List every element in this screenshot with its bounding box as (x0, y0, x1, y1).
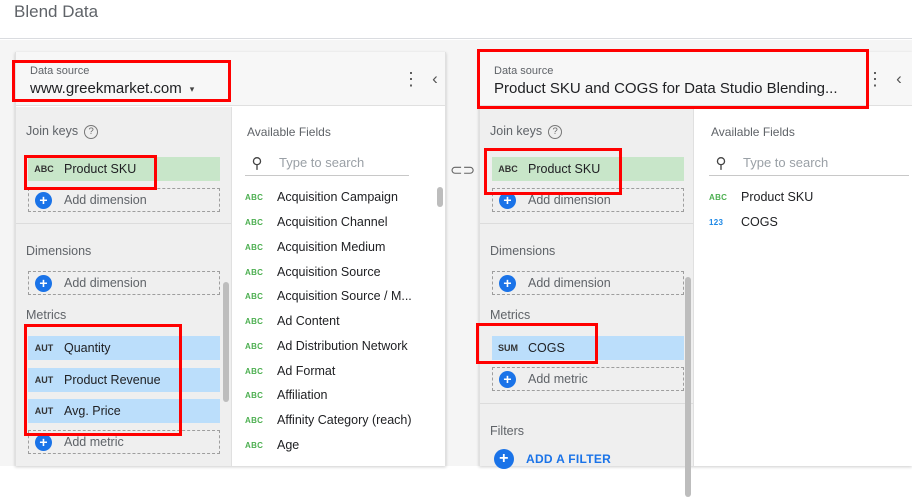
join-keys-label: Join keys? (490, 124, 563, 139)
metrics-label: Metrics (26, 308, 67, 322)
field-list: ABC Product SKU 123 COGS (709, 187, 909, 247)
highlight-right-metric (476, 323, 598, 364)
more-vert-icon[interactable]: ⋮ (402, 68, 420, 92)
text-type-icon: ABC (245, 192, 264, 202)
field-label: Product SKU (741, 190, 814, 204)
search-placeholder: Type to search (279, 155, 365, 170)
number-type-icon: 123 (709, 217, 724, 227)
field-label: Age (277, 438, 300, 452)
field-item[interactable]: 123 COGS (709, 212, 778, 232)
add-dimension-button[interactable]: + Add dimension (28, 271, 220, 295)
add-metric-label: Add metric (528, 372, 588, 386)
highlight-right-join-key (484, 148, 622, 195)
add-dimension-label: Add dimension (528, 276, 611, 290)
field-label: Ad Distribution Network (277, 339, 408, 353)
highlight-right-data-source (477, 49, 869, 109)
add-dimension-label: Add dimension (528, 193, 611, 207)
field-item[interactable]: ABC Acquisition Medium (245, 237, 385, 257)
field-label: Acquisition Channel (277, 215, 388, 229)
add-icon: + (35, 274, 52, 292)
search-icon: ⚲ (251, 154, 263, 172)
field-item[interactable]: ABC Acquisition Source / M... (245, 286, 412, 306)
page-title: Blend Data (14, 2, 99, 21)
field-label: Ad Format (277, 364, 336, 378)
join-keys-text: Join keys (26, 124, 79, 138)
field-item[interactable]: ABC Acquisition Campaign (245, 187, 398, 207)
field-item[interactable]: ABC Ad Content (245, 311, 340, 331)
right-data-source-panel: Data source Product SKU and COGS for Dat… (479, 52, 912, 497)
field-label: Affiliation (277, 388, 328, 402)
text-type-icon: ABC (245, 291, 264, 301)
text-type-icon: ABC (245, 341, 264, 351)
config-scrollbar[interactable] (223, 282, 229, 402)
search-icon: ⚲ (715, 154, 727, 172)
config-scrollbar[interactable] (685, 277, 691, 497)
left-available-fields-column: Available Fields ⚲ Type to search ABC Acq… (233, 107, 445, 466)
add-icon: + (35, 191, 52, 209)
field-list: ABC Acquisition Campaign ABC Acquisition C… (245, 187, 423, 467)
field-label: Acquisition Medium (277, 240, 386, 254)
help-icon[interactable]: ? (84, 124, 99, 139)
text-type-icon: ABC (245, 440, 264, 450)
add-join-dimension-button[interactable]: + Add dimension (28, 188, 220, 212)
add-icon: + (494, 449, 514, 469)
title-bar: Blend Data (0, 0, 912, 39)
text-type-icon: ABC (709, 192, 728, 202)
fields-scrollbar[interactable] (437, 187, 443, 207)
highlight-left-join-key (24, 155, 157, 190)
field-label: Ad Content (277, 314, 340, 328)
add-filter-button[interactable]: + ADD A FILTER (494, 449, 611, 469)
field-label: COGS (741, 215, 778, 229)
right-available-fields-column: Available Fields ⚲ Type to search ABC Pro… (695, 107, 912, 466)
join-keys-text: Join keys (490, 124, 543, 138)
add-icon: + (35, 433, 52, 451)
metrics-label: Metrics (490, 308, 531, 322)
help-icon[interactable]: ? (548, 124, 563, 139)
text-type-icon: ABC (245, 242, 264, 252)
add-icon: + (499, 274, 516, 292)
add-icon: + (499, 370, 516, 388)
collapse-chevron-icon[interactable]: ‹ (892, 68, 906, 92)
add-dimension-button[interactable]: + Add dimension (492, 271, 684, 295)
field-item[interactable]: ABC Acquisition Channel (245, 212, 388, 232)
divider (480, 403, 693, 404)
field-search[interactable]: ⚲ Type to search (245, 150, 409, 176)
text-type-icon: ABC (245, 366, 264, 376)
join-keys-label: Join keys? (26, 124, 99, 139)
filters-label: Filters (490, 424, 525, 438)
dimensions-label: Dimensions (490, 244, 556, 258)
divider (16, 223, 231, 224)
add-dimension-label: Add dimension (64, 193, 147, 207)
collapse-chevron-icon[interactable]: ‹ (428, 68, 442, 92)
divider (480, 223, 693, 224)
text-type-icon: ABC (245, 390, 264, 400)
field-item[interactable]: ABC Product SKU (709, 187, 813, 207)
field-item[interactable]: ABC Affinity Category (reach) (245, 410, 412, 430)
field-label: Acquisition Campaign (277, 190, 398, 204)
field-label: Acquisition Source (277, 265, 381, 279)
available-fields-title: Available Fields (247, 125, 331, 139)
highlight-left-metrics (24, 324, 182, 436)
field-label: Affinity Category (reach) (277, 413, 412, 427)
field-item[interactable]: ABC Ad Distribution Network (245, 336, 408, 356)
add-dimension-label: Add dimension (64, 276, 147, 290)
add-metric-label: Add metric (64, 435, 124, 449)
text-type-icon: ABC (245, 217, 264, 227)
dimensions-label: Dimensions (26, 244, 92, 258)
field-item[interactable]: ABC Acquisition Source (245, 262, 381, 282)
available-fields-title: Available Fields (711, 125, 795, 139)
field-item[interactable]: ABC Affiliation (245, 385, 328, 405)
add-filter-label: ADD A FILTER (526, 452, 612, 466)
search-placeholder: Type to search (743, 155, 829, 170)
add-metric-button[interactable]: + Add metric (492, 367, 684, 391)
text-type-icon: ABC (245, 316, 264, 326)
field-label: Acquisition Source / M... (277, 289, 412, 303)
text-type-icon: ABC (245, 415, 264, 425)
link-icon: ⊂⊃ (450, 162, 476, 179)
field-item[interactable]: ABC Ad Format (245, 361, 335, 381)
highlight-left-data-source (12, 60, 231, 102)
text-type-icon: ABC (245, 267, 264, 277)
field-item[interactable]: ABC Age (245, 435, 299, 455)
field-search[interactable]: ⚲ Type to search (709, 150, 909, 176)
